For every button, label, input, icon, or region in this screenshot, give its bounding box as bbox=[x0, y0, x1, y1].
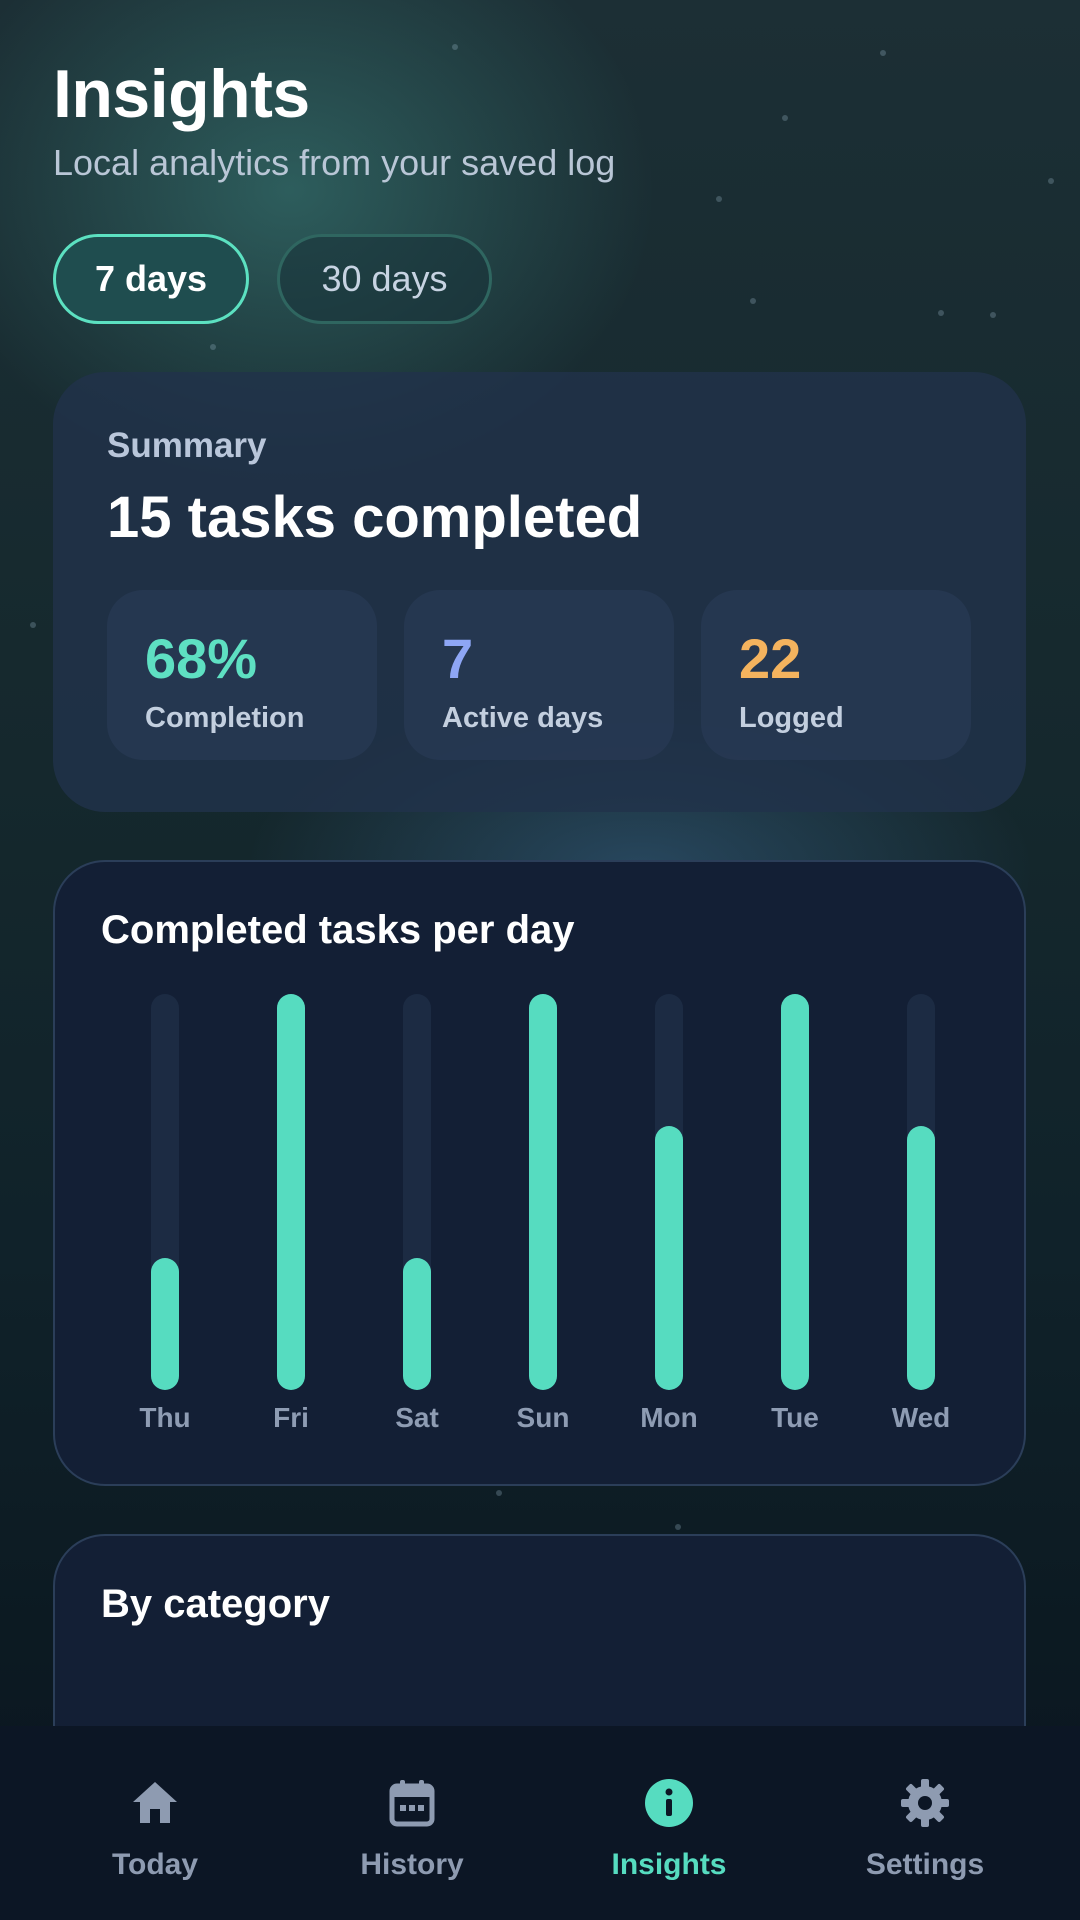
summary-card: Summary 15 tasks completed 68% Completio… bbox=[53, 372, 1026, 812]
range-30-days-button[interactable]: 30 days bbox=[277, 234, 492, 324]
page-header: Insights Local analytics from your saved… bbox=[53, 58, 615, 184]
nav-label-insights: Insights bbox=[611, 1848, 727, 1881]
background-star bbox=[750, 298, 756, 304]
nav-item-insights[interactable]: Insights bbox=[569, 1778, 769, 1898]
nav-item-settings[interactable]: Settings bbox=[825, 1778, 1025, 1898]
background-star bbox=[716, 196, 722, 202]
stat-label: Active days bbox=[442, 702, 604, 734]
x-axis-label: Mon bbox=[640, 1402, 698, 1433]
x-axis-label: Fri bbox=[273, 1402, 309, 1433]
stat-value: 68% bbox=[145, 627, 258, 690]
stat-active-days: 7 Active days bbox=[404, 590, 674, 760]
background-star bbox=[675, 1524, 681, 1530]
bar-tue bbox=[781, 994, 809, 1390]
nav-item-today[interactable]: Today bbox=[55, 1778, 255, 1898]
gear-icon bbox=[901, 1779, 949, 1827]
stat-value: 7 bbox=[442, 627, 474, 690]
nav-label-settings: Settings bbox=[865, 1848, 985, 1881]
stat-label: Completion bbox=[145, 702, 305, 734]
home-icon bbox=[133, 1782, 177, 1823]
stat-label: Logged bbox=[739, 702, 844, 734]
x-axis-label: Sun bbox=[516, 1402, 570, 1433]
background-star bbox=[30, 622, 36, 628]
page-title: Insights bbox=[53, 56, 310, 132]
bar-chart: Thu Fri Sat Sun Mon Tue Wed bbox=[55, 862, 1028, 1488]
x-axis-label: Thu bbox=[139, 1402, 191, 1433]
bar-sun bbox=[529, 994, 557, 1390]
stat-completion: 68% Completion bbox=[107, 590, 377, 760]
bar-mon bbox=[655, 1126, 683, 1390]
range-7-days-button[interactable]: 7 days bbox=[53, 234, 249, 324]
stat-logged: 22 Logged bbox=[701, 590, 971, 760]
bottom-navigation: Today History Insights Settings bbox=[0, 1726, 1080, 1920]
daily-chart-card: Completed tasks per day Thu Fri Sat Sun Mon T… bbox=[53, 860, 1026, 1486]
calendar-icon bbox=[389, 1780, 435, 1827]
summary-headline: 15 tasks completed bbox=[107, 485, 643, 550]
background-star bbox=[782, 115, 788, 121]
background-star bbox=[452, 44, 458, 50]
nav-label-history: History bbox=[360, 1848, 464, 1881]
bar-sat bbox=[403, 1258, 431, 1390]
x-axis-label: Tue bbox=[771, 1402, 819, 1433]
bar-thu bbox=[151, 1258, 179, 1390]
background-star bbox=[938, 310, 944, 316]
info-icon bbox=[645, 1779, 693, 1827]
background-star bbox=[990, 312, 996, 318]
nav-item-history[interactable]: History bbox=[312, 1778, 512, 1898]
background-star bbox=[210, 344, 216, 350]
summary-label: Summary bbox=[107, 426, 267, 465]
page-subtitle: Local analytics from your saved log bbox=[53, 142, 616, 183]
x-axis-label: Sat bbox=[395, 1402, 439, 1433]
bar-fri bbox=[277, 994, 305, 1390]
x-axis-label: Wed bbox=[891, 1402, 951, 1433]
stat-value: 22 bbox=[739, 627, 802, 690]
background-star bbox=[496, 1490, 502, 1496]
background-star bbox=[880, 50, 886, 56]
nav-label-today: Today bbox=[111, 1848, 199, 1881]
background-star bbox=[1048, 178, 1054, 184]
bar-wed bbox=[907, 1126, 935, 1390]
